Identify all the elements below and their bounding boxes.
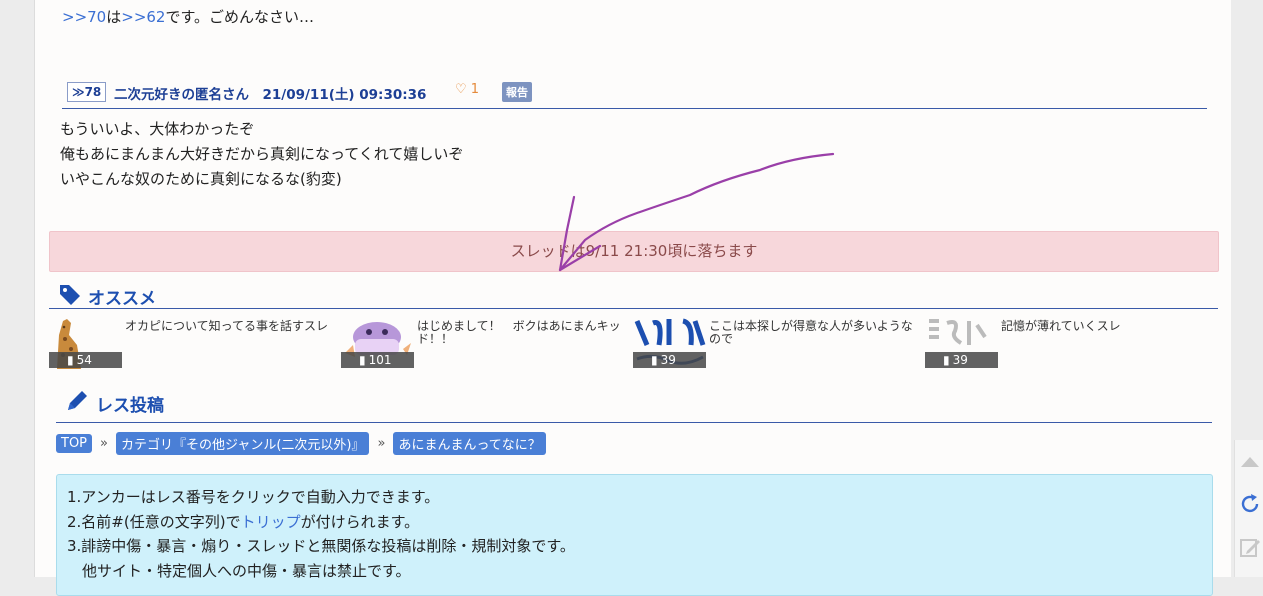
rec-item[interactable]: ▮ 39 ここは本探しが得意な人が多いようなので [633,315,925,369]
anchor-link[interactable]: >>70 [62,8,106,26]
report-button[interactable]: 報告 [502,82,532,102]
heart-icon: ♡ [455,82,467,97]
comment-count: ▮ 39 [925,352,998,368]
post-line: もういいよ、大体わかったぞ [60,120,255,138]
scroll-up-icon [1239,453,1261,472]
rule-line: 1.アンカーはレス番号をクリックで自動入力できます。 [67,488,440,506]
breadcrumb-sep: » [377,436,386,451]
comment-count: ▮ 39 [633,352,706,368]
like-button[interactable]: ♡ 1 [455,82,479,97]
post-body: もういいよ、大体わかったぞ 俺もあにまんまん大好きだから真剣になってくれて嬉しい… [60,117,463,192]
breadcrumb-sep: » [100,436,108,451]
breadcrumb-category[interactable]: カテゴリ『その他ジャンル(二次元以外)』 [115,432,370,455]
anchor-link[interactable]: >>62 [121,8,165,26]
comment-count: ▮ 54 [49,352,122,368]
refresh-icon [1238,492,1262,520]
comment-count: ▮ 101 [341,352,414,368]
like-count: 1 [470,82,480,97]
rule-line: 2.名前#(任意の文字列)でトリップが付けられます。 [67,510,575,535]
osusume-heading: オススメ [58,283,156,310]
post-line: いやこんな奴のために真剣になるな(豹変) [60,170,342,188]
count-value: 101 [368,353,392,367]
res-post-heading: レス投稿 [64,388,164,419]
post-meta: 二次元好きの匿名さん 21/09/11(土) 09:30:36 [114,87,427,103]
side-tools [1234,440,1263,577]
breadcrumb: TOP » カテゴリ『その他ジャンル(二次元以外)』 » あにまんまんってなに？ [56,432,546,455]
edit-button[interactable] [1235,528,1263,572]
comment-icon: ▮ [651,353,658,367]
rule-text: が付けられます。 [300,512,420,531]
post-number[interactable]: ≫78 [67,82,107,102]
reply-text: は [106,8,122,26]
breadcrumb-top[interactable]: TOP [56,434,93,453]
pencil-icon [64,388,90,419]
rule-line: 3.誹謗中傷・暴言・煽り・スレッドと無関係な投稿は削除・規制対象です。 [67,537,575,555]
thread-drop-notice: スレッドは9/11 21:30頃に落ちます [49,231,1219,272]
count-value: 39 [660,353,676,367]
trip-link[interactable]: トリップ [241,513,301,531]
edit-icon [1238,536,1262,564]
count-value: 39 [952,353,968,367]
scroll-up-button[interactable] [1235,440,1263,484]
divider [49,308,1218,309]
section-title: オススメ [88,289,156,309]
comment-icon: ▮ [359,353,366,367]
breadcrumb-thread[interactable]: あにまんまんってなに？ [393,432,546,455]
rule-text: 2.名前#(任意の文字列)で [67,512,241,531]
rec-item[interactable]: ▮ 101 はじめまして！ ボクはあにまんキッド！！ [341,315,633,369]
divider [56,422,1212,423]
reply-line: >>70は>>62です。ごめんなさい… [62,6,314,27]
comment-icon: ▮ [67,353,74,367]
rec-item[interactable]: ▮ 54 オカピについて知ってる事を話すスレ [49,315,341,369]
rec-title[interactable]: オカピについて知ってる事を話すスレ [125,320,337,333]
rec-title[interactable]: はじめまして！ ボクはあにまんキッド！！ [417,320,629,346]
rec-item[interactable]: ▮ 39 記憶が薄れていくスレ [925,315,1217,369]
posting-rules: 1.アンカーはレス番号をクリックで自動入力できます。 2.名前#(任意の文字列)… [56,474,1213,596]
reply-text: です。ごめんなさい… [165,8,314,26]
tag-icon [58,283,82,310]
section-title: レス投稿 [96,396,164,416]
count-value: 54 [76,353,92,367]
comment-icon: ▮ [943,353,950,367]
post-line: 俺もあにまんまん大好きだから真剣になってくれて嬉しいぞ [60,145,464,163]
refresh-button[interactable] [1235,484,1263,528]
rule-line: 他サイト・特定個人への中傷・暴言は禁止です。 [67,561,411,580]
rec-title[interactable]: ここは本探しが得意な人が多いようなので [709,320,921,346]
post-header: ≫78 二次元好きの匿名さん 21/09/11(土) 09:30:36 ♡ 1 … [62,80,1207,109]
rec-title[interactable]: 記憶が薄れていくスレ [1001,320,1213,333]
